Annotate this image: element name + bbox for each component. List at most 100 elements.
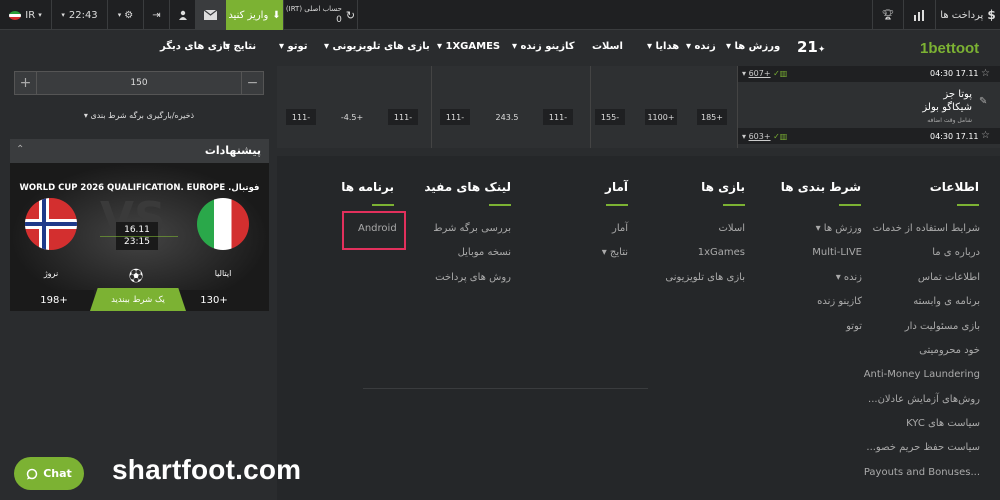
odd-cell[interactable]: 111- bbox=[286, 109, 316, 125]
odd-cell[interactable]: 111- bbox=[543, 109, 573, 125]
footer-link[interactable]: توتو bbox=[846, 321, 862, 332]
account-balance[interactable]: حساب اصلی (IRT) 0 ↻ bbox=[284, 0, 358, 30]
nav-1xgames[interactable]: 1XGAMES ▾ bbox=[437, 41, 500, 52]
nav-sports[interactable]: ورزش ها ▾ bbox=[726, 41, 780, 52]
odd-away-button[interactable]: 198+ bbox=[14, 290, 94, 311]
footer-link[interactable]: برنامه ی وابسته bbox=[913, 296, 980, 307]
plus-icon[interactable]: + bbox=[15, 72, 37, 94]
settings-button[interactable]: ▾ ⚙ bbox=[108, 0, 144, 30]
odd-cell[interactable]: 155- bbox=[595, 109, 625, 125]
odd-cell[interactable]: 111- bbox=[440, 109, 470, 125]
col-divider bbox=[431, 66, 432, 148]
nav-live-casino[interactable]: کازینو زنده ▾ bbox=[512, 41, 575, 52]
odd-cell[interactable]: 243.5 bbox=[492, 109, 522, 125]
odd-cell[interactable]: -4.5+ bbox=[337, 109, 367, 125]
odd-value: 243.5 bbox=[495, 112, 519, 122]
save-load-betslip[interactable]: ذخیره/بارگیری برگه شرط بندی ▾ bbox=[14, 111, 264, 120]
match-time: 23:15 bbox=[124, 237, 150, 247]
footer-link[interactable]: اطلاعات تماس bbox=[918, 272, 980, 283]
payments-button[interactable]: پرداخت ها $ bbox=[936, 0, 1000, 30]
footer-link[interactable]: نتایج ▾ bbox=[602, 247, 628, 258]
nav-label: بازی های دیگر bbox=[160, 41, 231, 52]
footer-link[interactable]: خود محرومیتی bbox=[919, 345, 980, 356]
nav-live[interactable]: زنده ▾ bbox=[686, 41, 716, 52]
21-logo[interactable]: 21✦ bbox=[797, 38, 825, 56]
footer-link[interactable]: اسلات bbox=[718, 223, 745, 234]
payments-label: پرداخت ها bbox=[940, 9, 984, 21]
footer-link[interactable]: سیاست حفظ حریم خصو... bbox=[866, 442, 980, 453]
footer-link[interactable]: ورزش ها ▾ bbox=[816, 223, 862, 234]
mail-icon bbox=[204, 10, 217, 20]
more-count: 607+ bbox=[748, 69, 771, 78]
logout-icon: ⇥ bbox=[152, 9, 161, 21]
footer-col-title: شرط بندی ها bbox=[780, 180, 861, 194]
odd-value: 111- bbox=[393, 112, 413, 122]
star-icon[interactable]: ☆ bbox=[981, 68, 990, 79]
offers-header[interactable]: ⌃ پیشنهادات bbox=[10, 139, 269, 163]
odd-value: 111- bbox=[548, 112, 568, 122]
trophy-button[interactable]: 🏆︎ bbox=[872, 0, 904, 30]
star-icon[interactable]: ☆ bbox=[981, 130, 990, 141]
footer-link[interactable]: 1xGames bbox=[698, 247, 745, 258]
stake-stepper[interactable]: + 150 − bbox=[14, 71, 264, 95]
21-text: 21 bbox=[797, 38, 818, 56]
match-teams[interactable]: پوتا جز شیکاگو بولز شامل وقت اضافه bbox=[880, 88, 972, 127]
nav-label: زنده bbox=[694, 41, 716, 52]
extra-time-note: شامل وقت اضافه bbox=[927, 117, 972, 124]
profile-button[interactable] bbox=[170, 0, 196, 30]
team-2: شیکاگو بولز bbox=[922, 102, 972, 113]
logout-button[interactable]: ⇥ bbox=[144, 0, 170, 30]
messages-button[interactable] bbox=[196, 0, 226, 30]
featured-match-card[interactable]: WORLD CUP 2026 QUALIFICATION. EUROPE .فو… bbox=[10, 163, 269, 311]
footer-link[interactable]: بازی های تلویزیونی bbox=[665, 272, 745, 283]
footer-col-title: آمار bbox=[605, 180, 628, 194]
stats-button[interactable] bbox=[904, 0, 936, 30]
footer-link[interactable]: شرایط استفاده از خدمات bbox=[873, 223, 980, 234]
nav-toto[interactable]: توتو ▾ bbox=[279, 41, 308, 52]
nav-tv-games[interactable]: بازی های تلویزیونی ▾ bbox=[324, 41, 430, 52]
minus-icon[interactable]: − bbox=[241, 72, 263, 94]
title-underline bbox=[723, 204, 745, 206]
footer-link[interactable]: بازی مسئولیت دار bbox=[905, 321, 980, 332]
logo[interactable]: 1bettoot bbox=[920, 38, 979, 57]
footer-link[interactable]: روش‌های آزمایش عادلان... bbox=[868, 394, 980, 405]
logo-text: 1bettoot bbox=[920, 40, 980, 57]
footer-link[interactable]: کازینو زنده bbox=[817, 296, 862, 307]
nav-gifts[interactable]: هدایا ▾ bbox=[647, 41, 679, 52]
odd-value: -4.5+ bbox=[340, 112, 364, 122]
bar-chart-icon bbox=[914, 9, 924, 21]
nav-slots[interactable]: اسلات bbox=[592, 41, 623, 52]
footer-link[interactable]: Anti-Money Laundering bbox=[864, 369, 980, 380]
odd-home-button[interactable]: 130+ bbox=[174, 290, 254, 311]
nav-label: توتو bbox=[287, 41, 308, 52]
footer-link[interactable]: نسخه موبایل bbox=[458, 247, 511, 258]
language-selector[interactable]: IR ▾ bbox=[0, 0, 52, 30]
footer-link[interactable]: سیاست های KYC bbox=[906, 418, 980, 429]
odd-cell[interactable]: 1100+ bbox=[645, 109, 677, 125]
row2-more[interactable]: ▾ 603+ ✓▥ bbox=[742, 132, 787, 141]
footer-link[interactable]: Multi-LIVE bbox=[812, 247, 862, 258]
footer-col-title: اطلاعات bbox=[929, 180, 979, 194]
pin-icon[interactable]: ✎ bbox=[979, 96, 987, 107]
odd-value: 1100+ bbox=[647, 112, 675, 122]
row1-more[interactable]: ▾ 607+ ✓▥ bbox=[742, 69, 787, 78]
footer-link[interactable]: بررسی برگه شرط bbox=[433, 223, 511, 234]
chat-button[interactable]: Chat bbox=[14, 457, 84, 490]
footer-link[interactable]: Payouts and Bonuses... bbox=[864, 467, 980, 478]
stake-value[interactable]: 150 bbox=[37, 72, 241, 94]
footer-link[interactable]: زنده ▾ bbox=[836, 272, 862, 283]
bet-label: یک شرط ببندید bbox=[111, 294, 165, 305]
footer-link[interactable]: درباره ی ما bbox=[932, 247, 980, 258]
place-bet-button[interactable]: یک شرط ببندید bbox=[90, 288, 186, 311]
divider-line bbox=[100, 236, 178, 237]
user-icon bbox=[178, 10, 187, 20]
odd-cell[interactable]: 185+ bbox=[697, 109, 727, 125]
nav-other-games[interactable]: بازی های دیگر bbox=[160, 41, 230, 52]
deposit-button[interactable]: واریز کنید ⬇ bbox=[226, 0, 284, 30]
nav-label: بازی های تلویزیونی bbox=[332, 41, 430, 52]
odd-cell[interactable]: 111- bbox=[388, 109, 418, 125]
mini-chart-icon: ▥ bbox=[779, 132, 788, 141]
footer-link[interactable]: آمار bbox=[612, 223, 628, 234]
footer-link[interactable]: روش های پرداخت bbox=[435, 272, 511, 283]
time-display[interactable]: ▾ 22:43 bbox=[52, 0, 108, 30]
